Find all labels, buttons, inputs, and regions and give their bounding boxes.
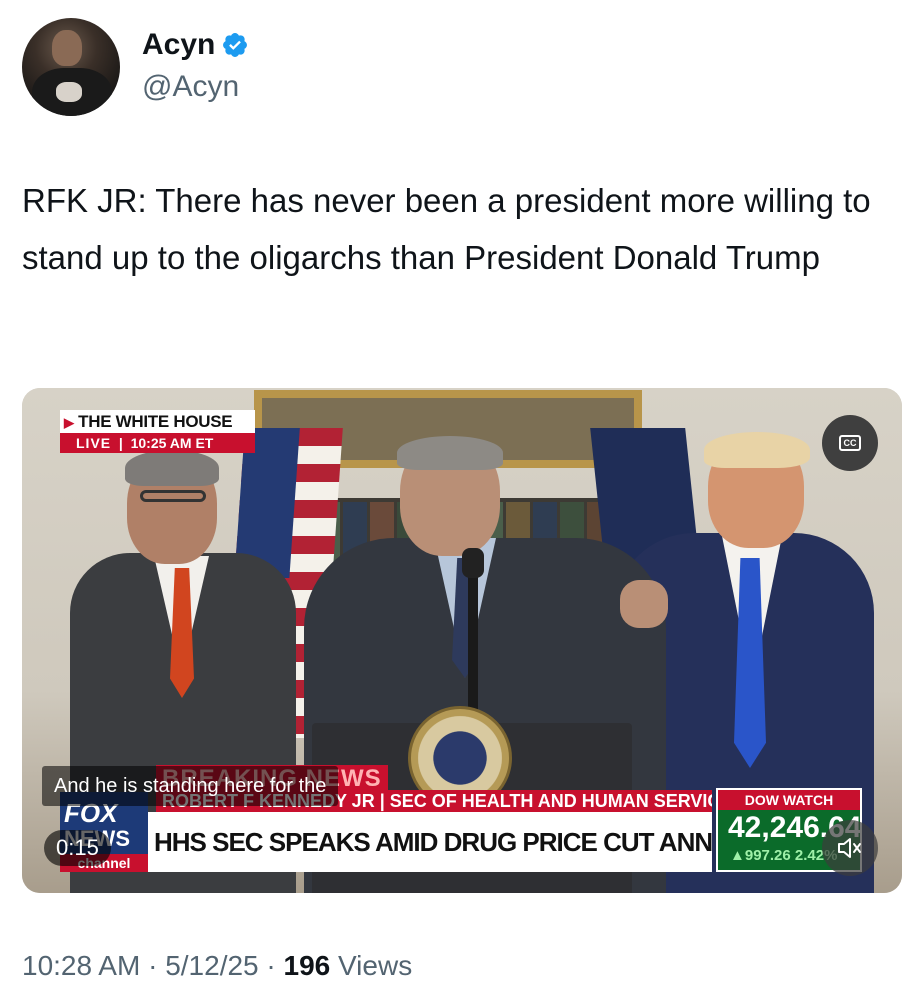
cc-icon: CC: [839, 435, 861, 451]
display-name[interactable]: Acyn: [142, 28, 215, 62]
avatar[interactable]: [22, 18, 120, 116]
speaker-muted-icon: [838, 838, 861, 858]
video-player[interactable]: ▶ THE WHITE HOUSE LIVE | 10:25 AM ET CC …: [22, 388, 902, 893]
name-row: Acyn: [142, 28, 249, 62]
handle[interactable]: @Acyn: [142, 70, 239, 104]
views-label: Views: [338, 950, 413, 981]
views-count: 196: [283, 950, 331, 981]
tweet-header: Acyn @Acyn: [22, 18, 902, 118]
dow-title: DOW WATCH: [718, 790, 860, 810]
chyron-headline: HHS SEC SPEAKS AMID DRUG PRICE CUT ANNOU…: [148, 812, 712, 872]
meta-separator: ·: [266, 950, 276, 981]
mute-button[interactable]: [822, 820, 878, 876]
video-elapsed-time: 0:15: [44, 830, 111, 866]
video-caption: And he is standing here for the: [42, 766, 339, 806]
meta-separator: ·: [148, 950, 158, 981]
tweet-text: RFK JR: There has never been a president…: [22, 182, 871, 276]
tweet-meta: 10:28 AM · 5/12/25 · 196 Views: [22, 950, 412, 982]
live-bug: ▶ THE WHITE HOUSE LIVE | 10:25 AM ET: [60, 410, 255, 453]
tweet-date[interactable]: 5/12/25: [165, 950, 258, 981]
live-label: LIVE: [76, 435, 112, 451]
live-location: THE WHITE HOUSE: [78, 412, 233, 431]
tweet-time[interactable]: 10:28 AM: [22, 950, 140, 981]
live-time: 10:25 AM ET: [130, 435, 214, 451]
verified-badge-icon: [223, 33, 248, 57]
play-triangle-icon: ▶: [64, 415, 74, 430]
closed-captions-button[interactable]: CC: [822, 415, 878, 471]
microphone: [462, 548, 484, 578]
